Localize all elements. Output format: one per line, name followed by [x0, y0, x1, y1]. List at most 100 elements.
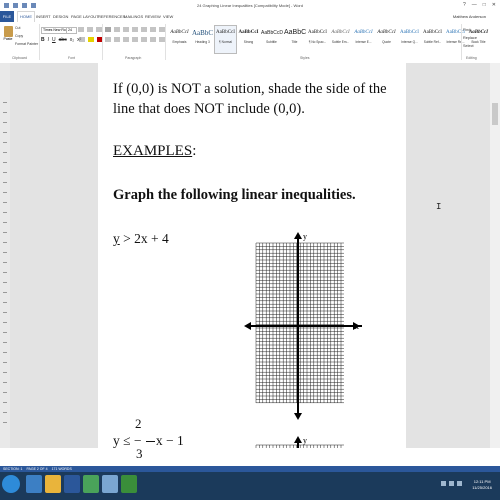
format-painter-button[interactable]: Format Painter [15, 42, 38, 46]
subscript-button[interactable]: x₂ [70, 37, 74, 43]
clock[interactable]: 12:11 PM 11/25/2016 [472, 479, 492, 491]
bullets-icon[interactable] [105, 27, 111, 32]
text-cursor-icon: I [436, 202, 442, 212]
multilevel-list-icon[interactable] [123, 27, 129, 32]
fraction-bar [145, 441, 155, 443]
bold-button[interactable]: B [41, 37, 45, 43]
style-title[interactable]: AaBbC Title [283, 25, 306, 54]
style-quote[interactable]: AaBbCcI Quote [375, 25, 398, 54]
font-color-controls[interactable] [79, 37, 103, 42]
underline-button[interactable]: U [52, 37, 56, 43]
style-intense-emphasis[interactable]: AaBbCcI Intense E... [352, 25, 375, 54]
app-icon[interactable] [102, 475, 118, 493]
align-left-icon[interactable] [105, 37, 111, 42]
tab-mailings[interactable]: MAILINGS [124, 14, 143, 19]
styles-group-label: Styles [300, 56, 310, 60]
increase-indent-icon[interactable] [141, 27, 147, 32]
divider [102, 24, 103, 60]
camtasia-icon[interactable] [83, 475, 99, 493]
grow-font-icon[interactable] [78, 27, 84, 32]
font-name-select[interactable]: Times New Ro [41, 27, 67, 34]
style-no-spacing[interactable]: AaBbCcI ¶ No Spac... [306, 25, 329, 54]
shrink-font-icon[interactable] [87, 27, 93, 32]
word-count[interactable]: 171 WORDS [52, 467, 72, 471]
fraction-denominator: 3 [136, 446, 143, 461]
coordinate-grid-1: y x [244, 232, 362, 420]
justify-icon[interactable] [132, 37, 138, 42]
document-page[interactable]: If (0,0) is NOT a solution, shade the si… [98, 63, 406, 461]
scroll-thumb[interactable] [492, 103, 498, 125]
app-icon[interactable] [121, 475, 137, 493]
style-subtle-emphasis[interactable]: AaBbCcI Subtle Em... [329, 25, 352, 54]
minimize-button[interactable]: — [472, 2, 477, 8]
font-size-select[interactable]: 24 [66, 27, 77, 34]
tab-design[interactable]: DESIGN [53, 14, 68, 19]
line-spacing-icon[interactable] [141, 37, 147, 42]
system-tray[interactable] [441, 481, 462, 486]
decrease-indent-icon[interactable] [132, 27, 138, 32]
style-subtle-reference[interactable]: AaBbCcI Subtle Ref... [421, 25, 444, 54]
paste-button[interactable]: Paste [3, 26, 13, 44]
align-right-icon[interactable] [123, 37, 129, 42]
y-axis-label: y [303, 436, 307, 445]
help-button[interactable]: ? [463, 2, 466, 8]
tab-file[interactable]: FILE [0, 11, 14, 22]
ribbon: Paste Cut Copy Format Painter Clipboard … [0, 22, 500, 64]
y-axis-label: y [303, 232, 307, 241]
list-controls[interactable] [105, 27, 165, 32]
style-strong[interactable]: AaBbCcI Strong [237, 25, 260, 54]
divider [39, 24, 40, 60]
workspace-right [406, 63, 500, 448]
strikethrough-button[interactable]: abc [59, 37, 67, 43]
editing-group-label: Editing [466, 56, 477, 60]
ie-icon[interactable] [26, 475, 42, 493]
text-effects-icon[interactable] [79, 37, 85, 42]
find-button[interactable]: Find [463, 26, 477, 34]
section-indicator[interactable]: SECTION: 1 [3, 467, 22, 471]
copy-button[interactable]: Copy [15, 34, 23, 38]
tab-view[interactable]: VIEW [163, 14, 173, 19]
align-center-icon[interactable] [114, 37, 120, 42]
coordinate-grid-2: y [255, 436, 344, 448]
editing-group: Find Replace Select [463, 26, 477, 50]
title-bar: 24 Graphing Linear Inequalities [Compati… [0, 0, 500, 11]
style-intense-quote[interactable]: AaBbCcI Intense Q... [398, 25, 421, 54]
replace-button[interactable]: Replace [463, 34, 477, 42]
word-taskbar-icon[interactable] [64, 475, 80, 493]
workspace-left [10, 63, 98, 448]
explorer-icon[interactable] [45, 475, 61, 493]
vertical-ruler [0, 63, 10, 448]
italic-button[interactable]: I [48, 37, 49, 43]
user-name[interactable]: Matthew Anderson [453, 14, 486, 19]
instruction-heading: Graph the following linear inequalities. [113, 187, 356, 203]
paragraph-group-label: Paragraph [125, 56, 142, 60]
tab-review[interactable]: REVIEW [145, 14, 161, 19]
numbering-icon[interactable] [114, 27, 120, 32]
style-heading-3[interactable]: AaBbC Heading 3 [191, 25, 214, 54]
page-indicator[interactable]: PAGE 2 OF 4 [26, 467, 47, 471]
clipboard-icon [3, 26, 13, 37]
alignment-controls[interactable] [105, 37, 165, 42]
style-normal[interactable]: AaBbCcI ¶ Normal [214, 25, 237, 54]
select-button[interactable]: Select [463, 42, 477, 50]
tab-insert[interactable]: INSERT [36, 14, 51, 19]
close-button[interactable]: ✕ [492, 2, 496, 8]
style-emphasis[interactable]: AaBbCcI Emphasis [168, 25, 191, 54]
shading-icon[interactable] [150, 37, 156, 42]
divider [165, 24, 166, 60]
style-subtitle[interactable]: AaBbCcD Subtitle [260, 25, 283, 54]
highlight-icon[interactable] [88, 37, 94, 42]
examples-heading: EXAMPLES: [113, 143, 197, 159]
cut-button[interactable]: Cut [15, 26, 20, 30]
sort-icon[interactable] [150, 27, 156, 32]
tab-references[interactable]: REFERENCES [98, 14, 125, 19]
x-axis-label: x [355, 322, 359, 331]
styles-gallery: AaBbCcI Emphasis AaBbC Heading 3 AaBbCcI ¶ … [168, 25, 490, 54]
taskbar: 12:11 PM 11/25/2016 [0, 472, 500, 500]
maximize-button[interactable]: □ [483, 2, 486, 8]
paragraph-text: If (0,0) is NOT a solution, shade the si… [113, 81, 387, 117]
tab-page-layout[interactable]: PAGE LAYOUT [71, 14, 99, 19]
vertical-scrollbar[interactable] [490, 63, 500, 448]
start-button[interactable] [2, 475, 20, 493]
fraction-numerator: 2 [135, 416, 142, 431]
